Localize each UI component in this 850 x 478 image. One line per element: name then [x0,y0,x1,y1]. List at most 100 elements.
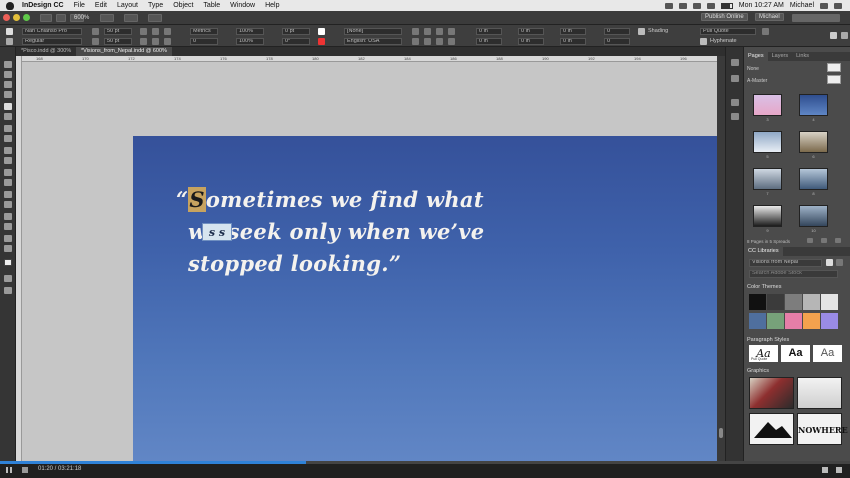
menu-type[interactable]: Type [148,2,163,9]
menu-table[interactable]: Table [203,2,220,9]
justify-icon[interactable] [448,28,455,35]
master-none[interactable]: None [747,66,759,72]
character-style-field[interactable]: [None] [344,28,402,35]
master-none-thumbnail[interactable] [827,63,841,72]
align-right-icon[interactable] [436,28,443,35]
layers-panel-icon[interactable] [731,75,739,82]
page-thumbnail[interactable] [799,168,828,190]
hyphenate-checkbox[interactable] [700,38,707,45]
quote-line-1[interactable]: “Sometimes we find what [176,184,596,216]
columns-icon[interactable] [762,28,769,35]
zoom-level-select[interactable]: 600% [70,13,89,22]
color-swatch[interactable] [803,294,820,310]
volume-icon[interactable] [706,2,715,9]
menu-help[interactable]: Help [265,2,279,9]
bridge-button[interactable] [40,13,52,22]
space-after-field[interactable]: 0 in [518,38,544,45]
menubar-user[interactable]: Michael [790,2,814,9]
master-a[interactable]: A-Master [747,78,767,84]
scissors-tool-icon[interactable] [4,169,12,176]
drop-cap-lines-field[interactable]: 0 [604,28,630,35]
battery-icon[interactable] [720,2,733,9]
new-page-icon[interactable] [821,238,827,243]
formatting-affects-container-icon[interactable] [4,275,12,282]
align-left-icon[interactable] [412,28,419,35]
note-tool-icon[interactable] [4,213,12,220]
strikethrough-icon[interactable] [164,38,171,45]
spotlight-icon[interactable] [820,2,828,9]
zoom-tool-icon[interactable] [4,245,12,252]
leading-field[interactable]: 50 pt [104,38,132,45]
wifi-icon[interactable] [692,2,701,9]
zoom-window-icon[interactable] [23,14,30,21]
font-style-field[interactable]: Regular [22,38,82,45]
rectangle-frame-tool-icon[interactable] [4,147,12,154]
horizontal-scale-field[interactable]: 100% [236,38,264,45]
menu-object[interactable]: Object [173,2,193,9]
help-search-input[interactable] [792,14,840,22]
justify-all-icon[interactable] [436,38,443,45]
arrange-documents-button[interactable] [148,13,162,22]
fill-stroke-swatch-icon[interactable] [4,259,12,266]
vertical-scale-field[interactable]: 100% [236,28,264,35]
last-line-indent-field[interactable]: 0 in [560,38,586,45]
screen-mode-icon[interactable] [4,287,12,294]
tab-pages[interactable]: Pages [744,52,768,61]
paragraph-style-body[interactable]: Aa [813,345,842,362]
document-page[interactable]: “Sometimes we find what we seek only whe… [133,136,717,461]
hand-tool-icon[interactable] [4,235,12,242]
settings-icon[interactable] [822,467,828,473]
master-a-thumbnail[interactable] [827,75,841,84]
minimize-window-icon[interactable] [13,14,20,21]
quote-line-2[interactable]: we seek only when we’ve [176,216,596,248]
graphic-mountain-logo[interactable] [749,413,794,445]
eyedropper-tool-icon[interactable] [4,223,12,230]
subscript-icon[interactable] [152,38,159,45]
tab-pisco[interactable]: *Pisco.indd @ 300% [16,47,76,56]
scrollbar-thumb[interactable] [719,428,723,438]
menu-edit[interactable]: Edit [95,2,107,9]
graphic-thumbnail[interactable] [749,377,794,409]
align-spine-icon[interactable] [448,38,455,45]
menu-window[interactable]: Window [230,2,255,9]
tab-visions-from-nepal[interactable]: *Visions_from_Nepal.indd @ 600% [76,47,172,56]
left-indent-field[interactable]: 0 in [476,28,502,35]
underline-icon[interactable] [140,38,147,45]
page-thumbnail[interactable] [753,205,782,227]
tab-links[interactable]: Links [792,52,813,61]
quick-apply-icon[interactable] [830,32,837,39]
type-tool-icon[interactable] [4,103,12,110]
volume-icon[interactable] [22,467,28,473]
color-swatch[interactable] [785,313,802,329]
glyph-alternates-popup[interactable]: s s [202,223,232,241]
app-menu[interactable]: InDesign CC [22,2,64,9]
publish-online-button[interactable]: Publish Online [701,13,748,21]
color-swatch[interactable] [749,313,766,329]
pen-tool-icon[interactable] [4,125,12,132]
gradient-feather-tool-icon[interactable] [4,201,12,208]
paragraph-style-field[interactable]: Pull Quote [700,28,756,35]
page-thumbnail[interactable] [753,168,782,190]
align-center-icon[interactable] [424,28,431,35]
stock-button[interactable] [56,13,66,22]
panel-menu-icon[interactable] [841,32,848,39]
camera-icon[interactable] [664,2,673,9]
space-before-field[interactable]: 0 in [518,28,544,35]
menu-layout[interactable]: Layout [117,2,138,9]
user-account-button[interactable]: Michael [755,13,784,21]
pause-icon[interactable] [6,467,8,473]
apple-icon[interactable] [6,1,14,10]
all-caps-icon[interactable] [140,28,147,35]
page-tool-icon[interactable] [4,81,12,88]
small-caps-icon[interactable] [152,28,159,35]
list-view-icon[interactable] [836,259,843,266]
delete-page-icon[interactable] [835,238,841,243]
language-field[interactable]: English: USA [344,38,402,45]
color-swatch[interactable] [803,313,820,329]
color-swatch[interactable] [821,294,838,310]
superscript-icon[interactable] [164,28,171,35]
skew-field[interactable]: 0° [282,38,310,45]
stock-search-input[interactable]: Search Adobe Stock [749,270,838,278]
view-options-button[interactable] [100,13,114,22]
pasteboard[interactable]: “Sometimes we find what we seek only whe… [22,62,717,461]
